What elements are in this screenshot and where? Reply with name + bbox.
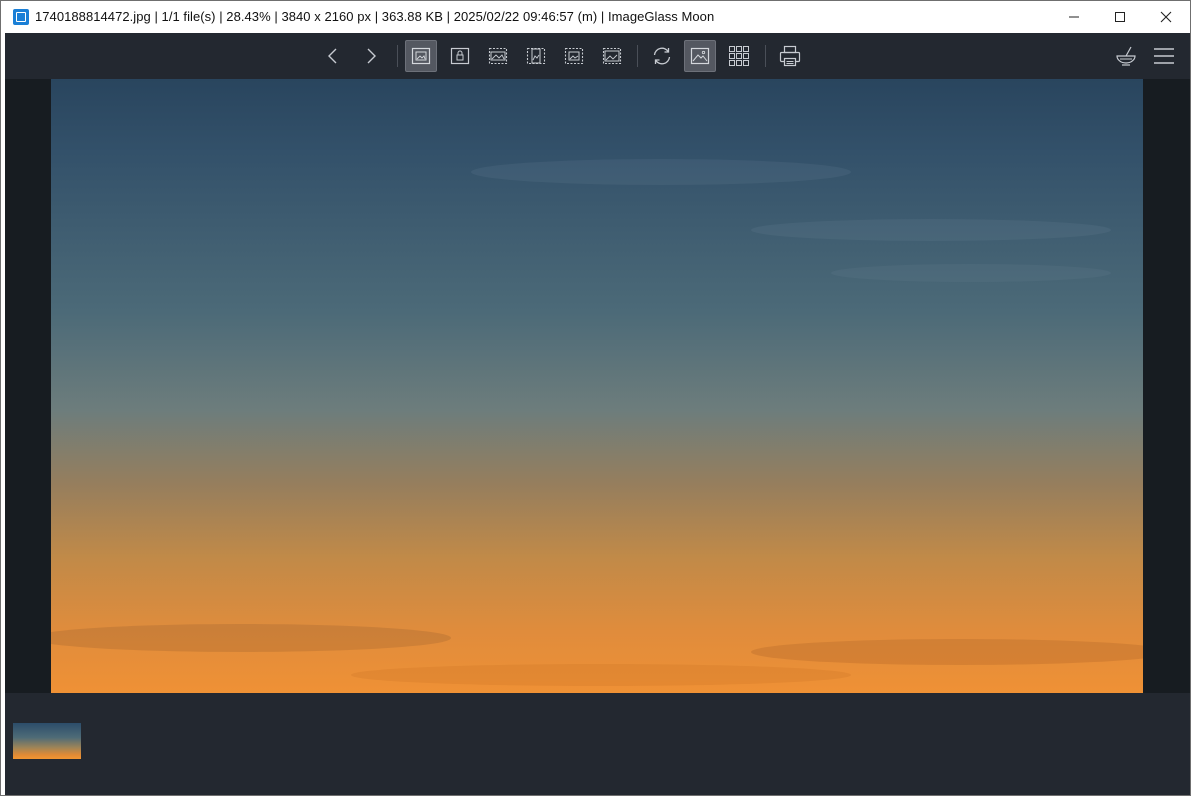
close-button[interactable]: [1143, 1, 1189, 33]
scale-to-fit-button[interactable]: [558, 40, 590, 72]
previous-image-button[interactable]: [317, 40, 349, 72]
title-bar: 1740188814472.jpg | 1/1 file(s) | 28.43%…: [1, 1, 1190, 33]
hamburger-menu-icon: [1154, 48, 1174, 64]
imageglass-app-icon: [13, 9, 29, 25]
scale-to-fill-icon: [602, 47, 622, 65]
grid-icon: [729, 46, 749, 66]
scale-to-height-icon: [526, 47, 546, 65]
toolbar-separator: [637, 45, 638, 67]
bowl-icon: [1116, 46, 1136, 66]
scale-to-fit-icon: [564, 47, 584, 65]
refresh-icon: [653, 47, 671, 65]
thumbnail-1740188814472[interactable]: [13, 723, 81, 759]
chevron-left-icon: [328, 48, 337, 64]
thumbnail-bar: [5, 693, 1190, 795]
toolbar-separator: [397, 45, 398, 67]
maximize-icon: [1115, 12, 1125, 22]
scale-to-width-button[interactable]: [482, 40, 514, 72]
scale-to-width-icon: [488, 47, 508, 65]
toolbar: [5, 33, 1190, 79]
lock-zoom-icon: [450, 47, 470, 65]
chevron-right-icon: [367, 48, 376, 64]
gallery-icon: [690, 47, 710, 65]
main-menu-button[interactable]: [1148, 40, 1180, 72]
thumbnails-grid-button[interactable]: [723, 40, 755, 72]
imageglass-window: 1740188814472.jpg | 1/1 file(s) | 28.43%…: [0, 0, 1191, 796]
refresh-button[interactable]: [646, 40, 678, 72]
auto-zoom-button[interactable]: [405, 40, 437, 72]
print-button[interactable]: [774, 40, 806, 72]
displayed-image[interactable]: [51, 79, 1143, 693]
crescent-moon: [584, 399, 595, 416]
scale-to-fill-button[interactable]: [596, 40, 628, 72]
auto-zoom-icon: [411, 47, 431, 65]
close-icon: [1160, 11, 1172, 23]
minimize-icon: [1069, 16, 1079, 18]
minimize-button[interactable]: [1051, 1, 1097, 33]
window-title: 1740188814472.jpg | 1/1 file(s) | 28.43%…: [35, 9, 715, 24]
toolbar-separator: [765, 45, 766, 67]
maximize-button[interactable]: [1097, 1, 1143, 33]
scale-to-height-button[interactable]: [520, 40, 552, 72]
plugins-button[interactable]: [1110, 40, 1142, 72]
lock-zoom-button[interactable]: [444, 40, 476, 72]
image-viewer[interactable]: [5, 79, 1190, 693]
gallery-button[interactable]: [684, 40, 716, 72]
printer-icon: [779, 45, 801, 67]
next-image-button[interactable]: [355, 40, 387, 72]
